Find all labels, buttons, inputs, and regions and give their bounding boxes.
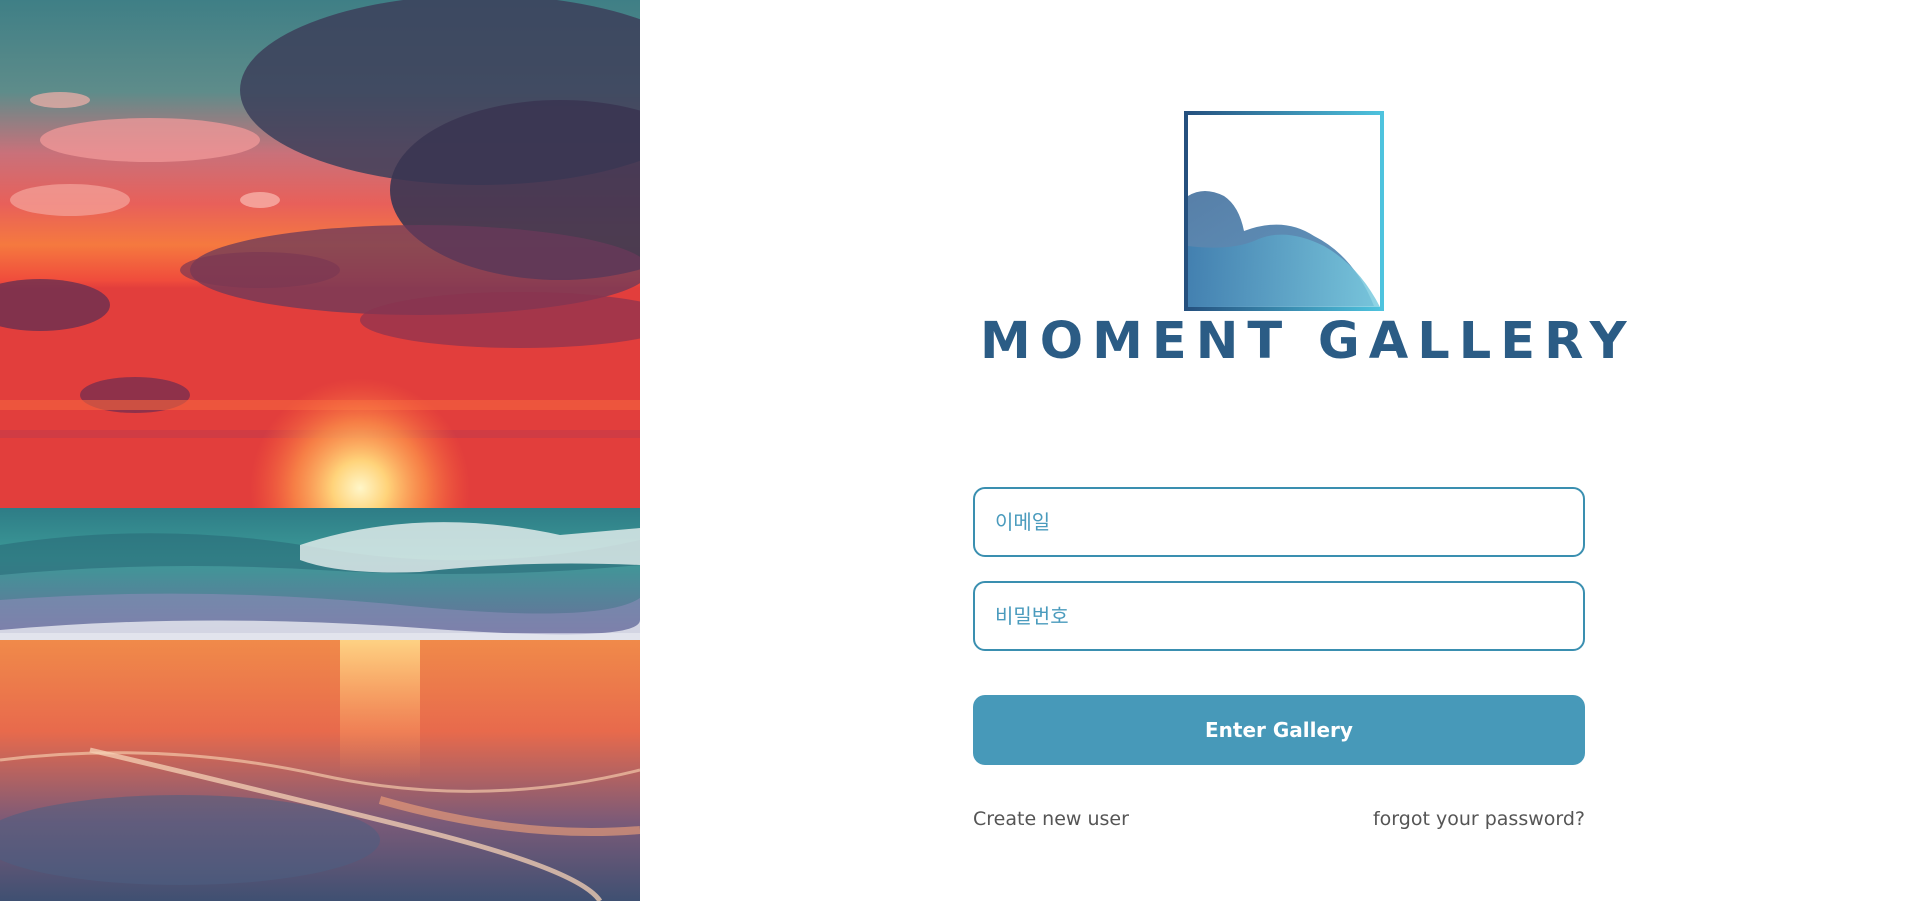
enter-gallery-button[interactable]: Enter Gallery — [973, 695, 1585, 765]
forgot-password-link[interactable]: forgot your password? — [1373, 808, 1585, 830]
login-panel: MOMENT GALLERY Enter Gallery Create new … — [640, 0, 1919, 901]
brand-name: MOMENT GALLERY — [980, 312, 1636, 371]
create-new-user-link[interactable]: Create new user — [973, 808, 1129, 830]
hero-image-sunset-beach — [0, 0, 640, 901]
password-input[interactable] — [973, 581, 1585, 651]
email-input[interactable] — [973, 487, 1585, 557]
login-page: MOMENT GALLERY Enter Gallery Create new … — [0, 0, 1919, 901]
gallery-logo-icon — [1184, 111, 1384, 311]
